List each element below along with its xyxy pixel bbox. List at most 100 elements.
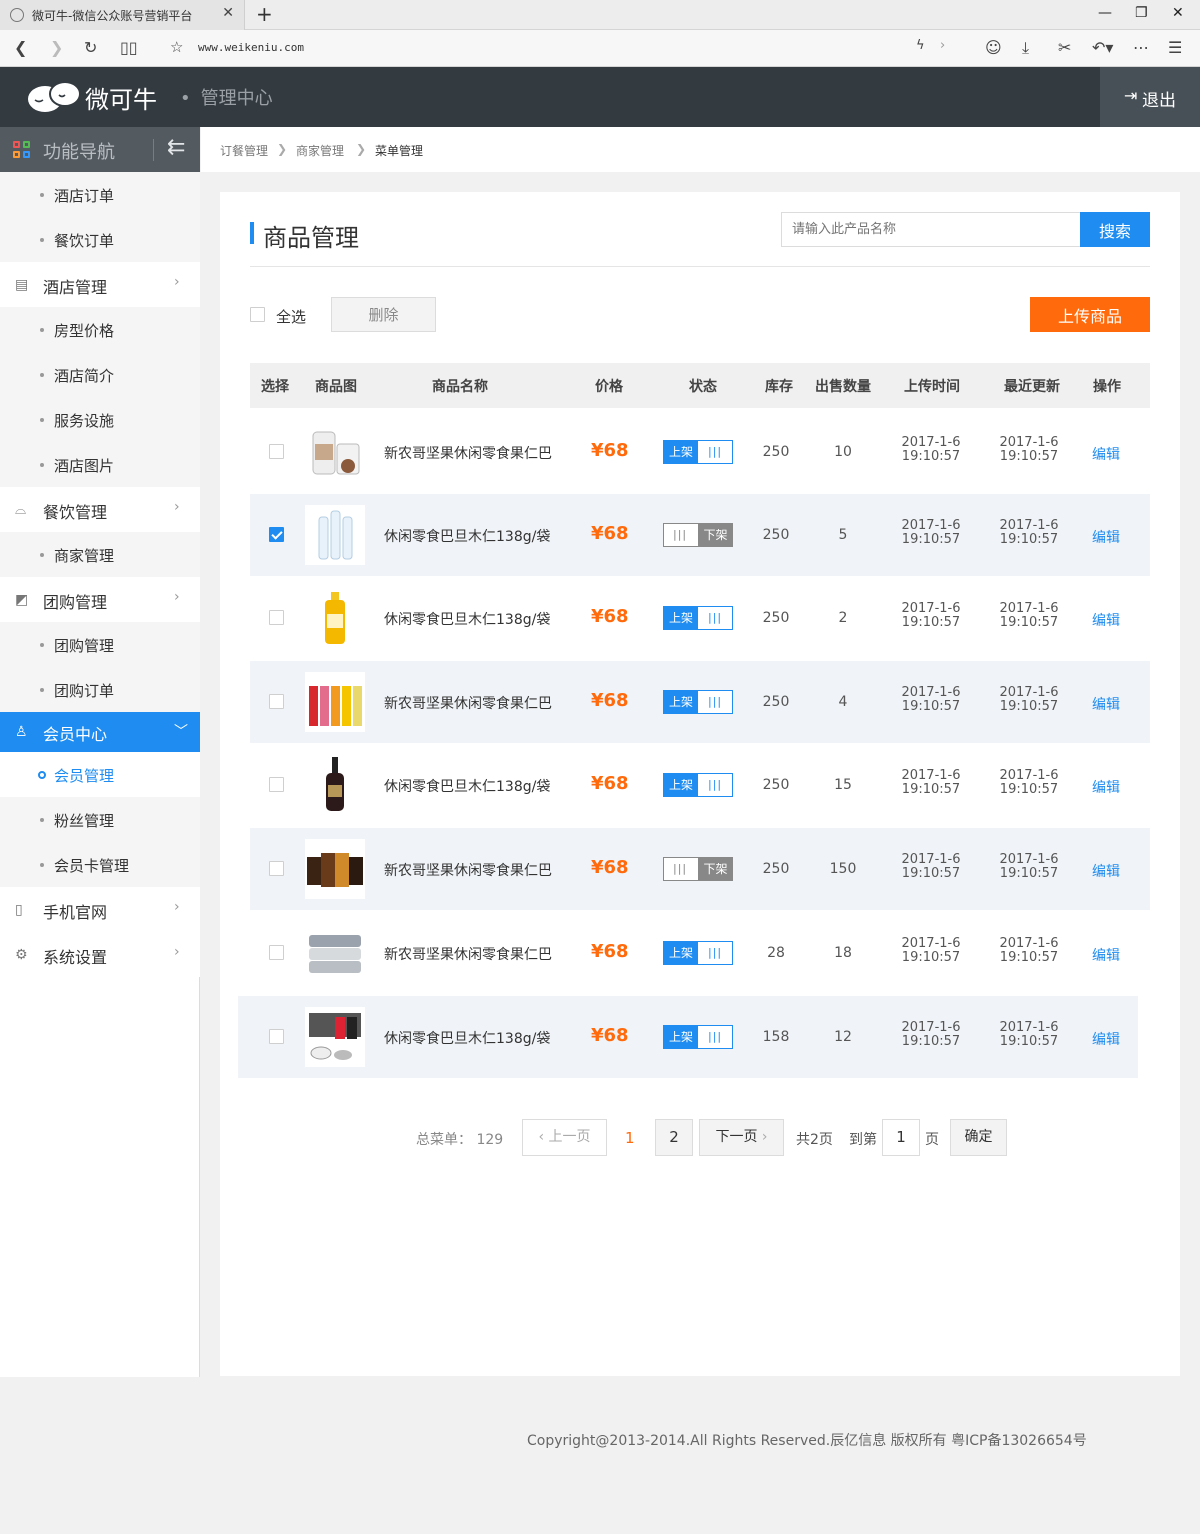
bullet-icon — [40, 818, 44, 822]
row-checkbox[interactable] — [269, 1029, 284, 1044]
col-select: 选择 — [261, 379, 289, 395]
menu-icon[interactable]: ☰ — [1168, 38, 1182, 57]
sidebar-subitem[interactable]: 服务设施 — [0, 397, 200, 442]
sidebar-subitem[interactable]: 餐饮订单 — [0, 217, 200, 262]
row-checkbox[interactable] — [269, 444, 284, 459]
status-toggle[interactable]: ||| 下架 — [663, 857, 733, 881]
flash-icon[interactable]: ϟ — [916, 38, 925, 53]
reader-icon[interactable]: ▯▯ — [120, 38, 138, 57]
sidebar-group[interactable]: ▤ 酒店管理 › — [0, 262, 200, 307]
edit-link[interactable]: 编辑 — [1092, 861, 1120, 881]
upload-product-button[interactable]: 上传商品 — [1030, 297, 1150, 332]
sidebar-group[interactable]: ♙ 会员中心 ﹀ — [0, 712, 200, 752]
sidebar-subitem[interactable]: 会员管理 — [0, 752, 200, 797]
updated-time: 2017-1-6 19:10:57 — [999, 852, 1059, 881]
page-1[interactable]: 1 — [625, 1129, 635, 1147]
search-button[interactable]: 搜索 — [1080, 212, 1150, 247]
row-checkbox[interactable] — [269, 694, 284, 709]
prev-page-button[interactable]: ‹ 上一页 — [522, 1119, 607, 1156]
status-toggle[interactable]: 上架 ||| — [663, 1025, 733, 1049]
edit-link[interactable]: 编辑 — [1092, 777, 1120, 797]
edit-link[interactable]: 编辑 — [1092, 694, 1120, 714]
collapse-icon[interactable]: ⇇ — [167, 135, 185, 160]
reload-icon[interactable]: ↻ — [84, 38, 97, 57]
status-toggle[interactable]: 上架 ||| — [663, 440, 733, 464]
product-name: 休闲零食巴旦木仁138g/袋 — [384, 612, 551, 628]
forward-icon[interactable]: ❯ — [50, 38, 63, 57]
sidebar-subitem[interactable]: 酒店简介 — [0, 352, 200, 397]
sidebar-group[interactable]: ⚙ 系统设置 › — [0, 932, 200, 977]
sidebar-subitem[interactable]: 粉丝管理 — [0, 797, 200, 842]
status-toggle[interactable]: 上架 ||| — [663, 606, 733, 630]
product-sold: 12 — [834, 1029, 852, 1045]
back-icon[interactable]: ❮ — [14, 38, 27, 57]
product-name: 新农哥坚果休闲零食果仁巴 — [384, 863, 552, 879]
upload-time: 2017-1-6 19:10:57 — [901, 685, 961, 714]
sidebar-subitem[interactable]: 商家管理 — [0, 532, 200, 577]
status-toggle[interactable]: 上架 ||| — [663, 690, 733, 714]
row-checkbox[interactable] — [269, 777, 284, 792]
scissors-icon[interactable]: ✂ — [1058, 38, 1071, 57]
edit-link[interactable]: 编辑 — [1092, 1029, 1120, 1049]
new-tab-icon[interactable]: + — [256, 3, 273, 25]
status-toggle[interactable]: ||| 下架 — [663, 523, 733, 547]
sidebar-title: 功能导航 — [43, 142, 115, 163]
sidebar-subitem[interactable]: 酒店图片 — [0, 442, 200, 487]
more-icon[interactable]: ⋯ — [1133, 38, 1149, 57]
updated-time: 2017-1-6 19:10:57 — [999, 601, 1059, 630]
row-checkbox[interactable] — [269, 861, 284, 876]
breadcrumb: 订餐管理 ❯ 商家管理 ❯ 菜单管理 — [201, 127, 1200, 172]
page-2[interactable]: 2 — [655, 1119, 693, 1156]
chevron-right-icon[interactable]: › — [940, 38, 945, 53]
goto-page-input[interactable]: 1 — [882, 1119, 920, 1156]
sidebar-group[interactable]: ◩ 团购管理 › — [0, 577, 200, 622]
status-toggle[interactable]: 上架 ||| — [663, 941, 733, 965]
restore-icon[interactable]: ❐ — [1135, 5, 1148, 21]
minimize-icon[interactable]: — — [1098, 5, 1112, 21]
sidebar-group-label: 餐饮管理 — [43, 503, 108, 522]
undo-icon[interactable]: ↶▾ — [1092, 38, 1113, 57]
confirm-button[interactable]: 确定 — [950, 1119, 1007, 1156]
edit-link[interactable]: 编辑 — [1092, 527, 1120, 547]
close-tab-icon[interactable]: ✕ — [222, 5, 234, 21]
search-input[interactable] — [782, 213, 1080, 246]
sidebar-subitem[interactable]: 房型价格 — [0, 307, 200, 352]
sidebar-subitem-label: 酒店订单 — [54, 187, 115, 205]
col-status: 状态 — [689, 379, 717, 395]
status-toggle[interactable]: 上架 ||| — [663, 773, 733, 797]
globe-icon — [10, 8, 24, 22]
breadcrumb-item[interactable]: 订餐管理 — [220, 142, 268, 159]
product-price: ¥68 — [591, 606, 629, 627]
delete-button[interactable]: 删除 — [331, 297, 436, 332]
sidebar-subitem[interactable]: 酒店订单 — [0, 172, 200, 217]
sidebar-group[interactable]: ⌓ 餐饮管理 › — [0, 487, 200, 532]
chat-icon[interactable]: ☺ — [985, 38, 1002, 57]
logo-text: 微可牛 — [85, 86, 157, 114]
product-sold: 15 — [834, 777, 852, 793]
sidebar-subitem[interactable]: 会员卡管理 — [0, 842, 200, 887]
close-window-icon[interactable]: ✕ — [1172, 5, 1184, 21]
sidebar-subitem[interactable]: 团购管理 — [0, 622, 200, 667]
row-checkbox[interactable] — [269, 610, 284, 625]
edit-link[interactable]: 编辑 — [1092, 444, 1120, 464]
url-field[interactable]: www.weikeniu.com — [198, 41, 304, 54]
edit-link[interactable]: 编辑 — [1092, 610, 1120, 630]
download-icon[interactable]: ⤓ — [1022, 38, 1029, 58]
edit-link[interactable]: 编辑 — [1092, 945, 1120, 965]
logout-button[interactable]: ⇥ 退出 — [1100, 67, 1200, 127]
search-field — [781, 212, 1081, 247]
product-stock: 250 — [762, 694, 790, 710]
star-icon[interactable]: ☆ — [170, 38, 183, 56]
row-checkbox[interactable] — [269, 527, 284, 542]
sidebar-group[interactable]: ▯ 手机官网 › — [0, 887, 200, 932]
breadcrumb-item[interactable]: 商家管理 — [296, 142, 344, 159]
row-checkbox[interactable] — [269, 945, 284, 960]
next-page-button[interactable]: 下一页 › — [699, 1119, 784, 1156]
breadcrumb-current: 菜单管理 — [375, 144, 424, 158]
total-label: 总菜单： 129 — [416, 1132, 504, 1148]
sidebar-subitem[interactable]: 团购订单 — [0, 667, 200, 712]
select-all-checkbox[interactable] — [250, 307, 265, 322]
sidebar-header: 功能导航 ⇇ — [0, 127, 200, 172]
browser-tab[interactable]: 微可牛-微信公众账号营销平台 ✕ — [0, 0, 245, 30]
updated-time: 2017-1-6 19:10:57 — [999, 768, 1059, 797]
